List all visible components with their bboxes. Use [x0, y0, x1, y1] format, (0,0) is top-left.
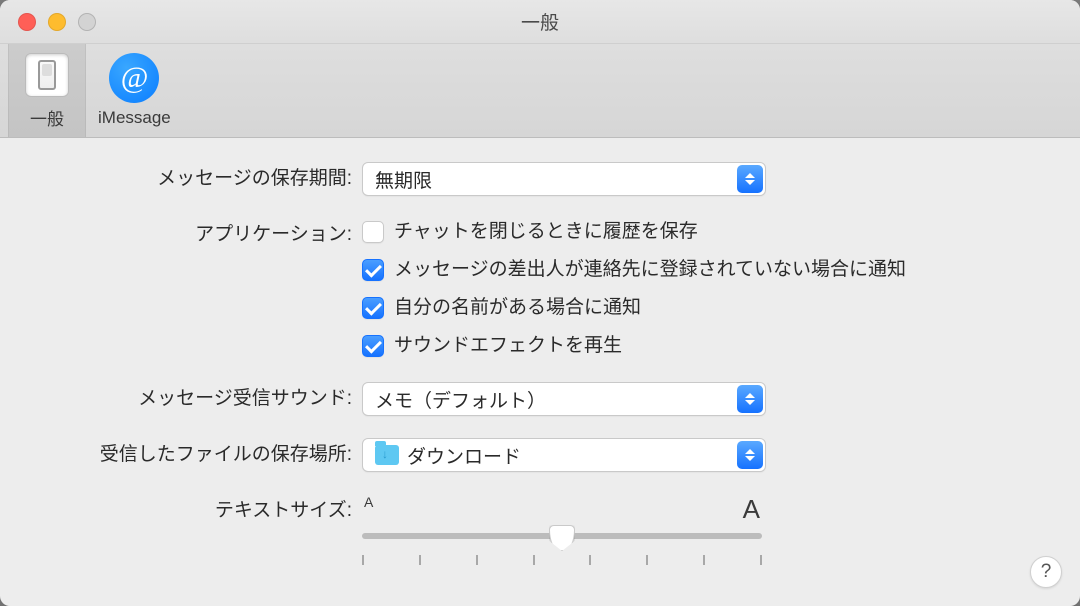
help-button[interactable]: ?	[1030, 556, 1062, 588]
download-location-label: 受信したファイルの保存場所:	[24, 438, 362, 472]
receive-sound-label: メッセージ受信サウンド:	[24, 382, 362, 416]
checkbox-sound-effects-label: サウンドエフェクトを再生	[394, 332, 622, 360]
slider-thumb[interactable]	[549, 525, 575, 551]
tab-general-label: 一般	[30, 105, 64, 130]
content: メッセージの保存期間: 無期限 アプリケーション: チャットを閉じるときに履歴を…	[0, 138, 1080, 565]
text-size-large-marker: A	[743, 494, 760, 525]
folder-icon	[375, 445, 399, 465]
text-size-range-labels: A A	[362, 494, 762, 525]
receive-sound-value: メモ（デフォルト）	[375, 386, 546, 413]
checkbox-notify-unknown-label: メッセージの差出人が連絡先に登録されていない場合に通知	[394, 256, 906, 284]
checkbox-notify-name-label: 自分の名前がある場合に通知	[394, 294, 641, 322]
checkbox-notify-name[interactable]	[362, 297, 384, 319]
tab-general[interactable]: 一般	[8, 44, 86, 137]
window-title: 一般	[0, 8, 1080, 35]
toolbar: 一般 @ iMessage	[0, 44, 1080, 138]
select-arrows-icon	[737, 165, 763, 193]
zoom-window-button[interactable]	[78, 13, 96, 31]
general-icon	[21, 49, 73, 101]
receive-sound-select[interactable]: メモ（デフォルト）	[362, 382, 766, 416]
retention-value: 無期限	[375, 166, 432, 193]
download-location-value: ダウンロード	[407, 442, 521, 469]
traffic-lights	[18, 13, 96, 31]
retention-select[interactable]: 無期限	[362, 162, 766, 196]
imessage-icon: @	[108, 52, 160, 104]
checkbox-save-history[interactable]	[362, 221, 384, 243]
checkbox-notify-unknown[interactable]	[362, 259, 384, 281]
tab-imessage[interactable]: @ iMessage	[86, 44, 183, 137]
text-size-label: テキストサイズ:	[24, 494, 362, 528]
download-location-select[interactable]: ダウンロード	[362, 438, 766, 472]
checkbox-sound-effects[interactable]	[362, 335, 384, 357]
application-label: アプリケーション:	[24, 218, 362, 252]
text-size-small-marker: A	[364, 494, 373, 525]
close-window-button[interactable]	[18, 13, 36, 31]
slider-ticks	[362, 555, 762, 565]
minimize-window-button[interactable]	[48, 13, 66, 31]
select-arrows-icon	[737, 441, 763, 469]
titlebar: 一般	[0, 0, 1080, 44]
retention-label: メッセージの保存期間:	[24, 162, 362, 196]
text-size-slider[interactable]	[362, 533, 762, 539]
select-arrows-icon	[737, 385, 763, 413]
tab-imessage-label: iMessage	[98, 108, 171, 128]
preferences-window: 一般 一般 @ iMessage メッセージの保存期間: 無期限	[0, 0, 1080, 606]
checkbox-save-history-label: チャットを閉じるときに履歴を保存	[394, 218, 698, 246]
help-icon: ?	[1041, 561, 1052, 583]
